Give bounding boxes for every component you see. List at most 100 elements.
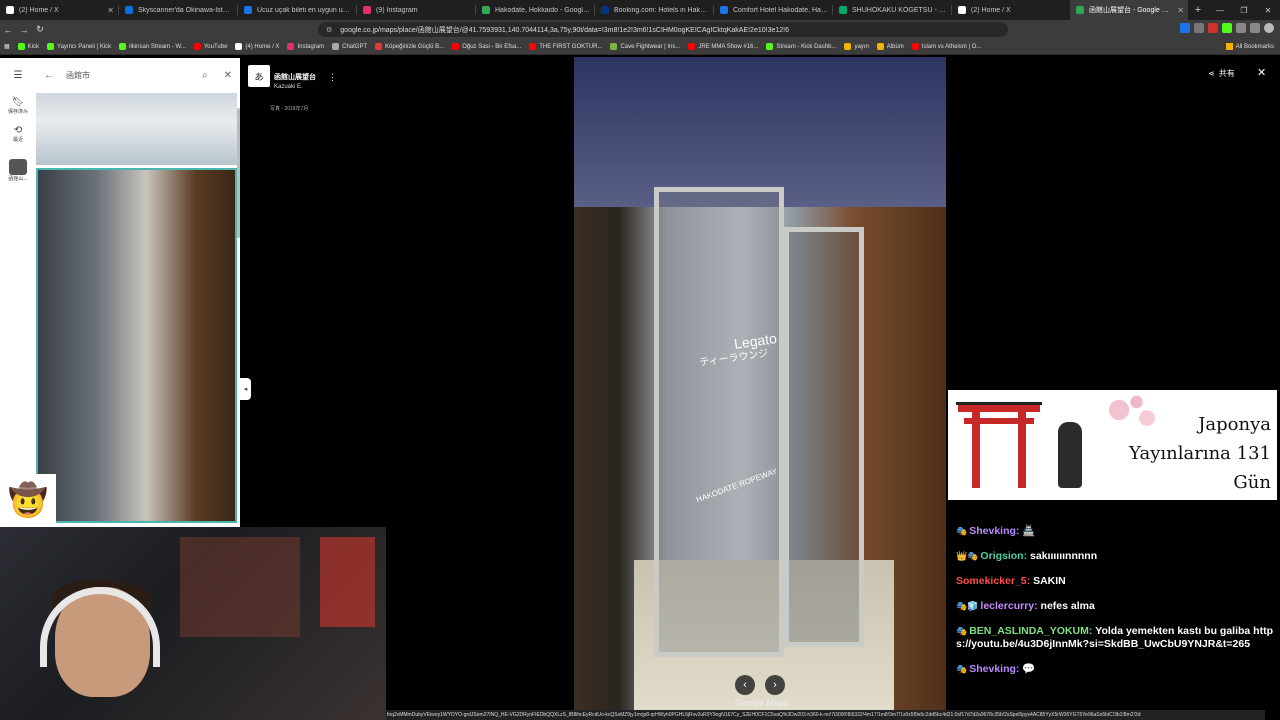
bookmark-item[interactable]: THE FIRST GOKTUR... <box>529 43 602 50</box>
chat-badge: 🎭 <box>956 526 968 536</box>
browser-tab[interactable]: (2) Home / X ✕ <box>0 0 118 20</box>
toolbar: ← → ↻ ⚙ google.co.jp/maps/place/函館山展望台/@… <box>0 20 1280 39</box>
folder-icon <box>1225 43 1233 50</box>
bookmark-favicon <box>235 43 243 50</box>
webcam-overlay <box>0 527 386 720</box>
browser-tab[interactable]: Skyscanner'da Okinawa-İstanbul arası <box>119 0 237 20</box>
folder-icon <box>844 43 852 50</box>
bookmark-icon: 🔖︎ <box>11 97 25 108</box>
maximize-icon[interactable]: ❐ <box>1232 6 1256 15</box>
bookmark-item[interactable]: Stream - Kick Dashb... <box>766 43 836 50</box>
collapse-panel-button[interactable]: ◂ <box>240 378 251 400</box>
back-icon[interactable]: ← <box>0 25 16 35</box>
bookmark-item[interactable]: Köpeğinizle Güçlü B... <box>375 43 444 50</box>
bookmark-favicon <box>766 43 774 50</box>
browser-tab[interactable]: (2) Home / X <box>952 0 1070 20</box>
chat-badge: 🎭 <box>956 664 968 674</box>
search-box[interactable]: ← 函館市 ⌕ ✕ <box>36 58 240 93</box>
forward-icon[interactable]: → <box>16 25 32 35</box>
extension-icon[interactable] <box>1180 23 1190 33</box>
browser-tab-active[interactable]: 函館山展望台 - Google マップ ✕ <box>1070 0 1188 20</box>
photo-info-card: あ 函館山展望台 Kazuaki E. 写真 - 2018年7月 ⋮ <box>248 62 338 112</box>
tab-title: (9) Instagram <box>376 6 418 14</box>
extension-icon[interactable] <box>1208 23 1218 33</box>
bookmark-item[interactable]: Yayıncı Paneli | Kick <box>47 43 111 50</box>
extension-icon[interactable] <box>1194 23 1204 33</box>
browser-tab[interactable]: Booking.com: Hotels in Hakodate <box>595 0 713 20</box>
tab-favicon <box>244 6 252 14</box>
chat-badge: 🎭 <box>956 626 968 636</box>
apps-icon[interactable]: ▦ <box>4 43 10 50</box>
site-info-icon[interactable]: ⚙ <box>326 26 332 34</box>
share-button[interactable]: ⋖ 共有 <box>1208 68 1235 79</box>
browser-tab[interactable]: Ucuz uçak bileti en uygun uçak bileti <box>238 0 356 20</box>
browser-tab[interactable]: Comfort Hotel Hakodate, Hakodate <box>714 0 832 20</box>
google-maps-watermark: Google Maps <box>735 698 789 708</box>
close-tab-icon[interactable]: ✕ <box>107 6 114 15</box>
extension-icon[interactable] <box>1236 23 1246 33</box>
saved-button[interactable]: 🔖︎ 保存済み <box>0 97 36 115</box>
close-viewer-icon[interactable]: ✕ <box>1257 66 1266 79</box>
close-tab-icon[interactable]: ✕ <box>1177 6 1184 15</box>
tab-favicon <box>720 6 728 14</box>
bookmark-item[interactable]: Cave Fightwear | Ins... <box>610 43 680 50</box>
new-tab-button[interactable]: + <box>1188 4 1208 16</box>
share-label: 共有 <box>1218 69 1235 78</box>
chat-username: leclercurry: <box>980 600 1038 612</box>
browser-tab[interactable]: SHUHOKAKU KOGETSU - Updated <box>833 0 951 20</box>
bookmark-item[interactable]: Islam vs Atheism | O... <box>911 43 982 50</box>
maps-side-rail: ☰ 🔖︎ 保存済み ⟲ 最近 函館山... <box>0 58 36 528</box>
bookmark-item[interactable]: ChatGPT <box>332 43 367 50</box>
bookmark-item[interactable]: (4) Home / X <box>235 43 279 50</box>
person-illustration <box>1058 422 1082 488</box>
next-photo-button[interactable]: › <box>765 675 785 695</box>
bookmark-folder[interactable]: Albüm <box>876 43 904 50</box>
bookmark-item[interactable]: Oğuz Sasi - Bir Efsa... <box>452 43 521 50</box>
photo-thumbnail-selected[interactable] <box>36 168 237 523</box>
translate-badge[interactable]: あ <box>248 65 270 87</box>
extension-icon[interactable] <box>1250 23 1260 33</box>
tab-favicon <box>363 6 371 14</box>
previous-photo-button[interactable]: ‹ <box>735 675 755 695</box>
bookmark-item[interactable]: Instagram <box>287 43 324 50</box>
browser-tab[interactable]: (9) Instagram <box>357 0 475 20</box>
chat-username: Shevking: <box>969 525 1020 537</box>
bookmark-label: Islam vs Atheism | O... <box>921 43 982 50</box>
recents-button[interactable]: ⟲ 最近 <box>0 125 36 143</box>
bookmark-item[interactable]: ilkinsan Stream - W... <box>119 43 186 50</box>
bookmark-item[interactable]: JRE MMA Show #16... <box>688 43 758 50</box>
bookmark-favicon <box>610 43 618 50</box>
photo-author[interactable]: Kazuaki E. <box>274 84 303 90</box>
main-photo-viewer[interactable]: ティーラウンジ Legato HAKODATE ROPEWAY <box>574 57 946 710</box>
status-bar-url: fnq2vMMmDubyVEiwoy1WYOYO-grdJSem27INQ_HE… <box>385 710 1265 720</box>
search-input[interactable]: 函館市 <box>66 70 202 81</box>
menu-button[interactable]: ☰ <box>0 70 36 81</box>
browser-tab[interactable]: Hakodate, Hokkaido - Google Maps <box>476 0 594 20</box>
extensions-area <box>1180 23 1274 33</box>
bookmark-item[interactable]: YouTube <box>193 43 227 50</box>
back-arrow-icon[interactable]: ← <box>44 70 54 81</box>
extension-icon[interactable] <box>1222 23 1232 33</box>
address-bar[interactable]: ⚙ google.co.jp/maps/place/函館山展望台/@41.759… <box>318 22 1008 37</box>
close-window-icon[interactable]: ✕ <box>1256 6 1280 15</box>
tab-title: 函館山展望台 - Google マップ <box>1089 7 1175 14</box>
tab-favicon <box>1076 6 1084 14</box>
minimize-icon[interactable]: — <box>1208 6 1232 15</box>
bookmark-folder[interactable]: yayın <box>844 43 869 50</box>
recent-place-button[interactable]: 函館山... <box>0 159 36 182</box>
bookmark-label: ChatGPT <box>342 43 368 50</box>
folder-icon <box>876 43 884 50</box>
tab-title: Hakodate, Hokkaido - Google Maps <box>495 6 590 14</box>
close-icon[interactable]: ✕ <box>224 70 232 81</box>
all-bookmarks-button[interactable]: All Bookmarks <box>1225 43 1274 50</box>
photo-thumbnail[interactable] <box>36 93 237 165</box>
reload-icon[interactable]: ↻ <box>32 24 48 35</box>
glass-door <box>654 187 784 657</box>
scrollbar[interactable] <box>237 108 240 238</box>
chat-text: sakıııııınnnnn <box>1030 550 1098 562</box>
search-icon[interactable]: ⌕ <box>202 70 208 81</box>
more-options-icon[interactable]: ⋮ <box>328 72 337 83</box>
place-title[interactable]: 函館山展望台 <box>274 72 316 82</box>
bookmark-item[interactable]: Kick <box>17 43 39 50</box>
profile-icon[interactable] <box>1264 23 1274 33</box>
